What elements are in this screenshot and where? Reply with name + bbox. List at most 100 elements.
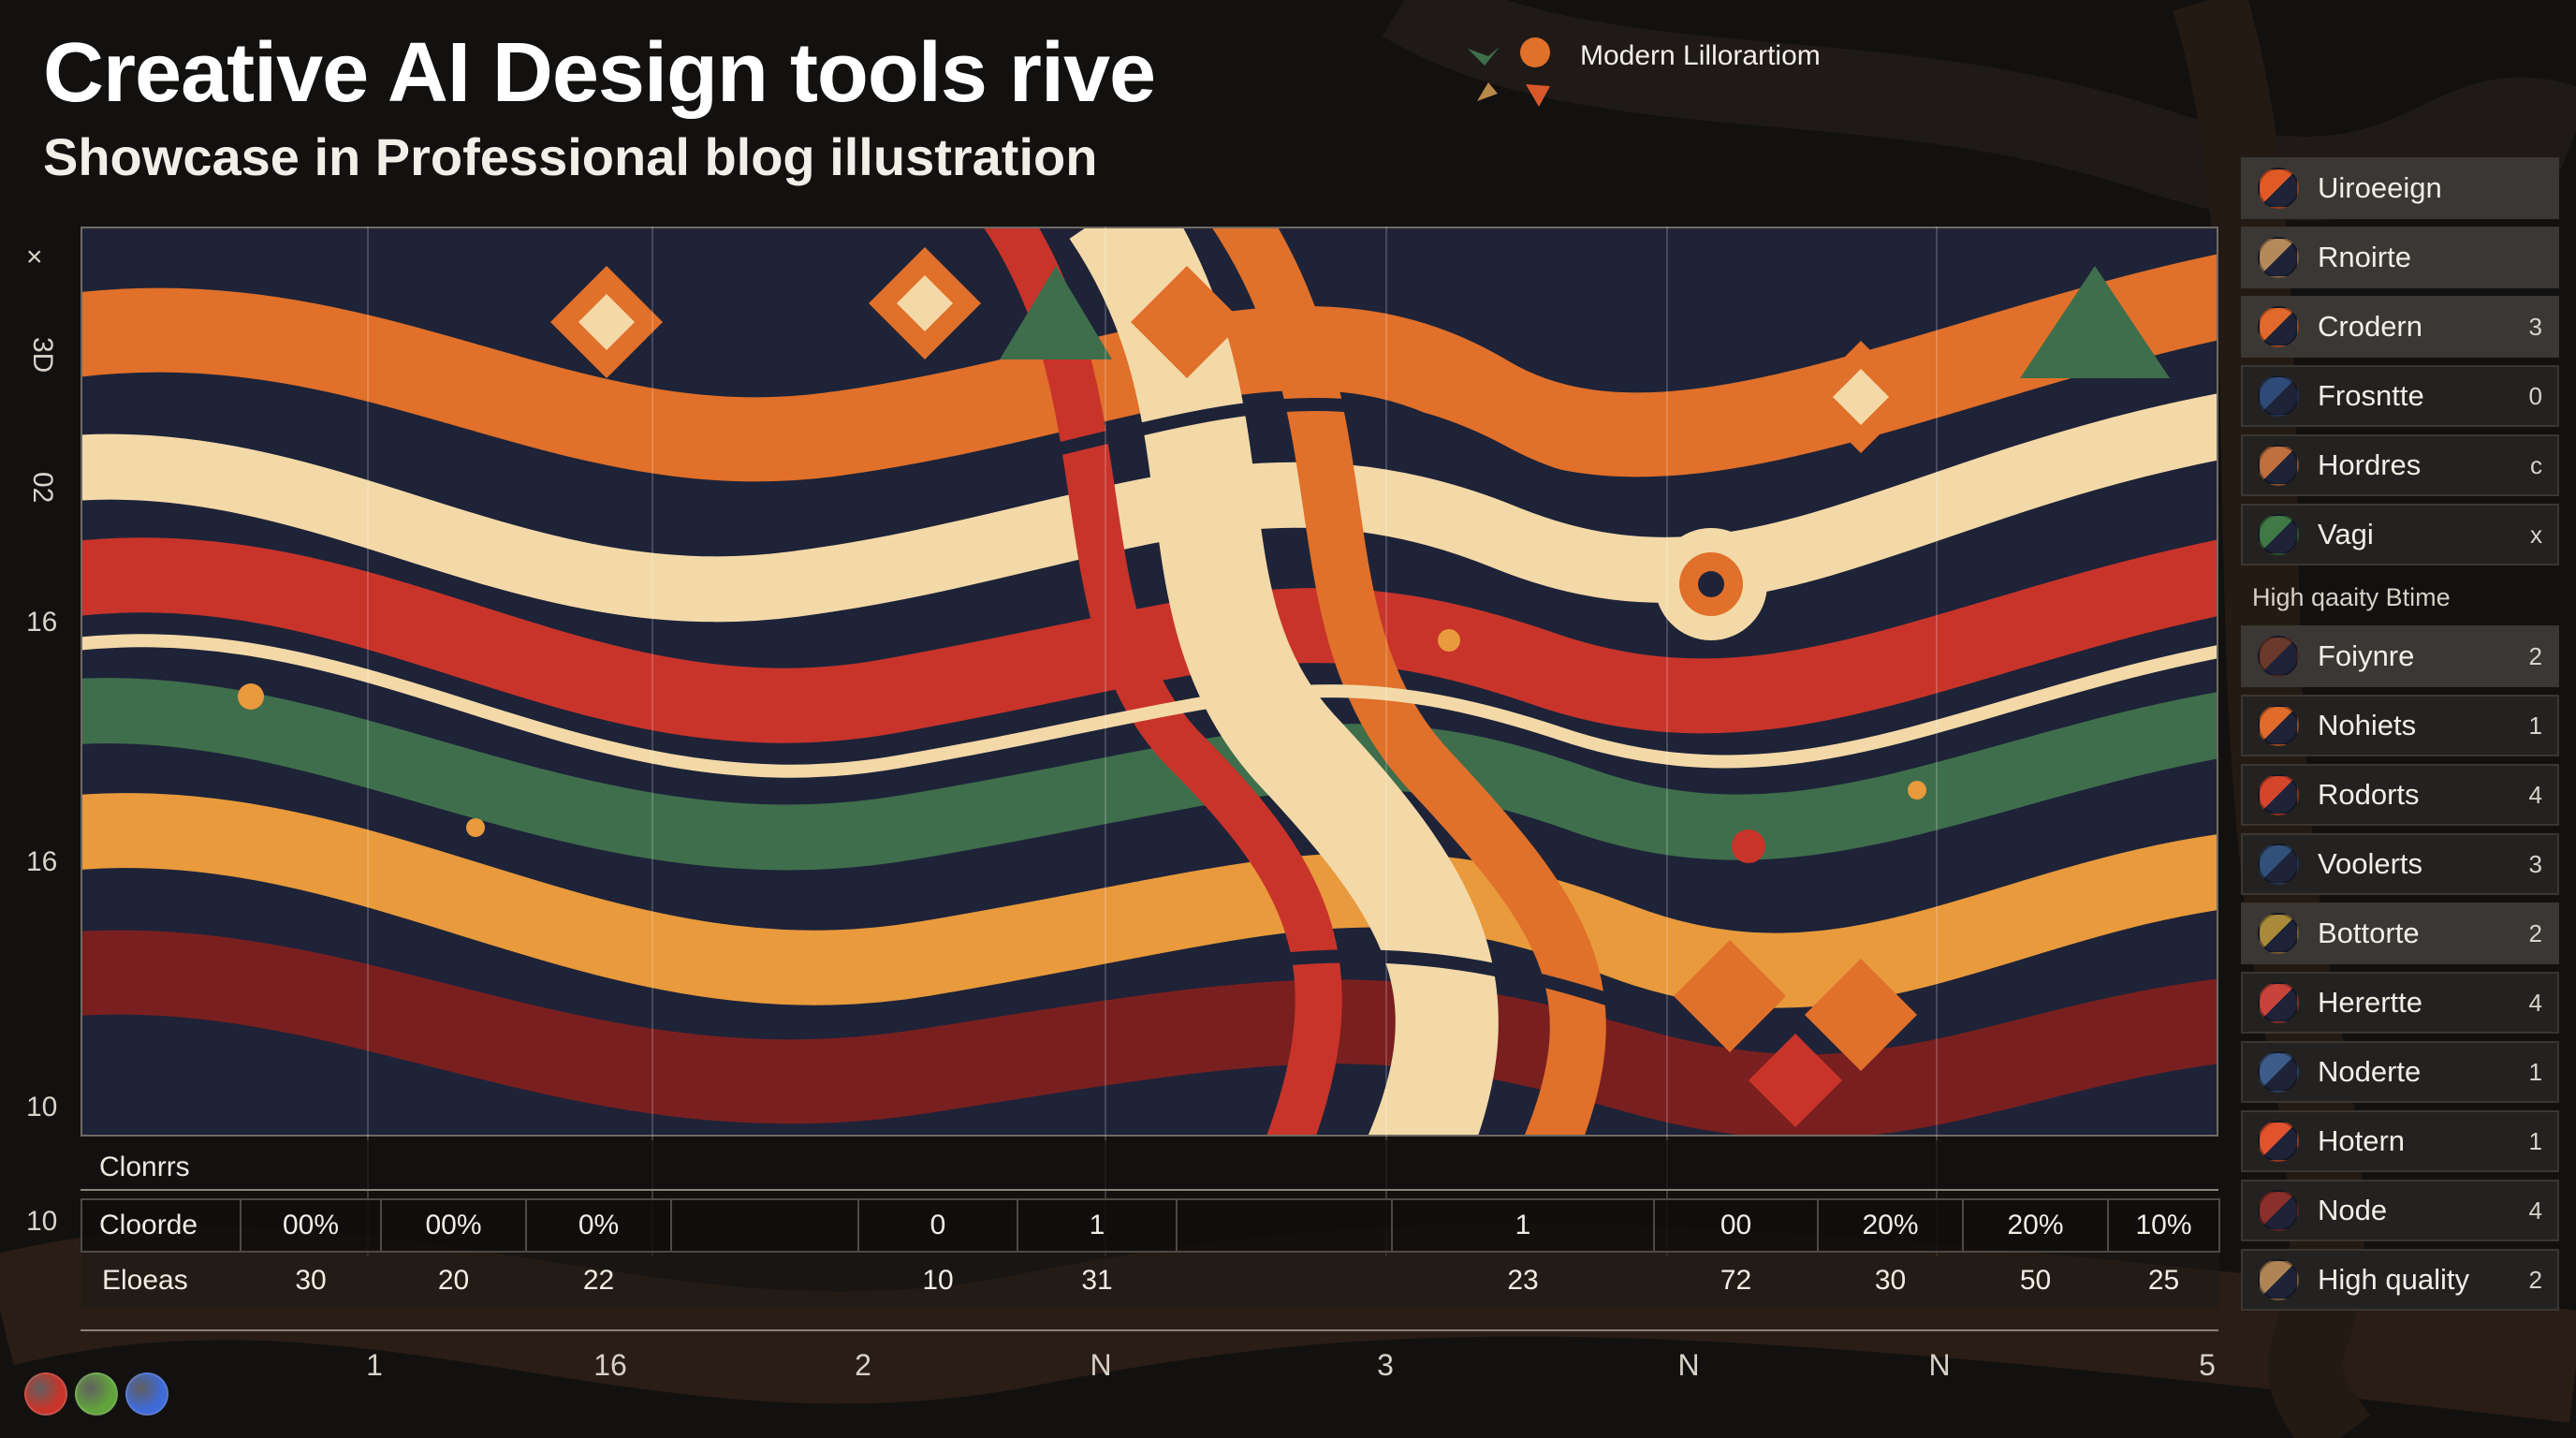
sidebar-item-label: Foiynre xyxy=(2318,639,2415,672)
sidebar-item-label: Nohiets xyxy=(2318,709,2417,741)
sidebar-item-label: Hotern xyxy=(2318,1124,2406,1157)
rust-swatch-icon xyxy=(2258,445,2299,486)
page-subtitle: Showcase in Professional blog illustrati… xyxy=(43,127,1098,186)
sidebar-item[interactable]: Crodern 3 xyxy=(2241,296,2559,358)
x-tick: N xyxy=(1677,1348,1700,1382)
sidebar-item-count: 4 xyxy=(2528,988,2542,1017)
red-swatch-icon xyxy=(2258,774,2299,815)
color-swatch-icon[interactable] xyxy=(75,1372,118,1416)
sidebar-item-label: Voolerts xyxy=(2318,847,2423,880)
orange-swatch-icon xyxy=(2258,705,2299,746)
sidebar-item[interactable]: Rnoirte xyxy=(2241,227,2559,288)
x-tick: 2 xyxy=(855,1348,871,1382)
green-swatch-icon xyxy=(2258,514,2299,555)
table-cell: 10% xyxy=(2107,1198,2220,1253)
y-tick: 16 xyxy=(26,846,58,877)
abstract-illustration xyxy=(82,228,2217,1135)
x-tick: N xyxy=(1928,1348,1951,1382)
sidebar-item-label: Hordres xyxy=(2318,448,2422,481)
sidebar-item-label: High quality xyxy=(2318,1263,2469,1296)
blue-swatch-icon xyxy=(2258,375,2299,417)
sidebar-item-count: 2 xyxy=(2528,918,2542,947)
sidebar-item[interactable]: High quality 2 xyxy=(2241,1249,2559,1311)
sidebar-item[interactable]: Noderte 1 xyxy=(2241,1041,2559,1103)
table-cell: 20% xyxy=(1817,1198,1964,1253)
sidebar-item[interactable]: Uiroeeign xyxy=(2241,157,2559,219)
sidebar-item-label: Vagi xyxy=(2318,518,2374,550)
y-axis: × 3D 02 16 16 10 10 xyxy=(0,225,75,1255)
row-label: Cloorde xyxy=(80,1198,242,1253)
x-tick: 3 xyxy=(1377,1348,1394,1382)
x-tick: 16 xyxy=(593,1348,627,1382)
sidebar-item-count: 3 xyxy=(2528,312,2542,341)
sidebar-item[interactable]: Bottorte 2 xyxy=(2241,902,2559,964)
table-cell: 10 xyxy=(858,1252,1017,1308)
orange-swatch-icon xyxy=(2258,168,2299,209)
maroon-swatch-icon xyxy=(2258,1190,2299,1231)
tan-swatch-icon xyxy=(2258,1259,2299,1300)
x-tick: 5 xyxy=(2199,1348,2216,1382)
table-cell: 50 xyxy=(1963,1252,2108,1308)
color-swatch-icon[interactable] xyxy=(125,1372,168,1416)
color-swatches xyxy=(24,1372,168,1416)
table-cell: 0% xyxy=(525,1198,672,1253)
sidebar-item[interactable]: Foiynre 2 xyxy=(2241,625,2559,687)
y-tick: 10 xyxy=(26,1206,58,1237)
sidebar-top-list: Uiroeeign Rnoirte Crodern 3 Frosntte 0 Hordres… xyxy=(2241,157,2559,565)
sidebar-item-label: Frosntte xyxy=(2318,379,2424,412)
sidebar-item[interactable]: Voolerts 3 xyxy=(2241,833,2559,895)
legend: Modern Lillorartiom xyxy=(1460,28,1821,112)
sidebar-item-label: Rnoirte xyxy=(2318,241,2411,273)
illustration-panel[interactable] xyxy=(80,227,2218,1137)
sidebar-item-label: Node xyxy=(2318,1194,2388,1226)
table-cell xyxy=(671,1252,858,1308)
table-cell xyxy=(1177,1252,1392,1308)
brown-swatch-icon xyxy=(2258,636,2299,677)
sidebar-item[interactable]: Hotern 1 xyxy=(2241,1110,2559,1172)
table-cell xyxy=(1176,1198,1393,1253)
data-table: Cloorde 00% 00% 0% 0 1 1 00 20% 20% 10% … xyxy=(80,1198,2220,1308)
table-cell: 1 xyxy=(1017,1198,1178,1253)
sidebar-bottom-list: Foiynre 2 Nohiets 1 Rodorts 4 Voolerts 3 Bottort… xyxy=(2241,625,2559,1311)
close-icon[interactable]: × xyxy=(26,242,43,273)
table-row: Cloorde 00% 00% 0% 0 1 1 00 20% 20% 10% xyxy=(80,1198,2220,1253)
sidebar-item-count: c xyxy=(2530,450,2542,479)
blue-swatch-icon xyxy=(2258,844,2299,885)
sidebar-item[interactable]: Node 4 xyxy=(2241,1180,2559,1241)
red-swatch-icon xyxy=(2258,1121,2299,1162)
table-cell: 1 xyxy=(1391,1198,1655,1253)
multicolor-swatch-icon xyxy=(2258,982,2299,1023)
sidebar-item[interactable]: Herertte 4 xyxy=(2241,972,2559,1034)
table-cell: 22 xyxy=(526,1252,671,1308)
table-cell: 00% xyxy=(380,1198,527,1253)
page-title: Creative AI Design tools rive xyxy=(43,26,1156,120)
color-swatch-icon[interactable] xyxy=(24,1372,67,1416)
x-tick: 1 xyxy=(366,1348,383,1382)
data-strip-header: Clonrrs xyxy=(80,1140,2218,1191)
sidebar-item[interactable]: Nohiets 1 xyxy=(2241,695,2559,756)
sidebar-item-count: 2 xyxy=(2528,641,2542,670)
sidebar-item-label: Noderte xyxy=(2318,1055,2422,1088)
sidebar-item[interactable]: Hordres c xyxy=(2241,434,2559,496)
sidebar-item-count: x xyxy=(2530,520,2542,549)
multicolor-swatch-icon xyxy=(2258,1051,2299,1093)
y-tick: 02 xyxy=(27,472,58,504)
sidebar-item-count: 1 xyxy=(2528,1057,2542,1086)
table-cell: 30 xyxy=(241,1252,381,1308)
y-tick: 16 xyxy=(26,607,58,638)
sidebar-item-count: 2 xyxy=(2528,1265,2542,1294)
sidebar-item-label: Rodorts xyxy=(2318,778,2420,811)
sidebar-item-count: 1 xyxy=(2528,711,2542,740)
sidebar-item[interactable]: Rodorts 4 xyxy=(2241,764,2559,826)
y-tick: 3D xyxy=(27,337,58,374)
sidebar-item-count: 4 xyxy=(2528,780,2542,809)
table-cell: 00 xyxy=(1653,1198,1819,1253)
sidebar-item-label: Bottorte xyxy=(2318,917,2420,949)
table-cell: 20% xyxy=(1962,1198,2109,1253)
sidebar-item-count: 0 xyxy=(2528,381,2542,410)
strip-header-label: Clonrrs xyxy=(99,1152,190,1182)
sidebar-item[interactable]: Frosntte 0 xyxy=(2241,365,2559,427)
table-cell: 31 xyxy=(1017,1252,1177,1308)
sidebar-item[interactable]: Vagi x xyxy=(2241,504,2559,565)
sidebar-item-label: Crodern xyxy=(2318,310,2422,343)
